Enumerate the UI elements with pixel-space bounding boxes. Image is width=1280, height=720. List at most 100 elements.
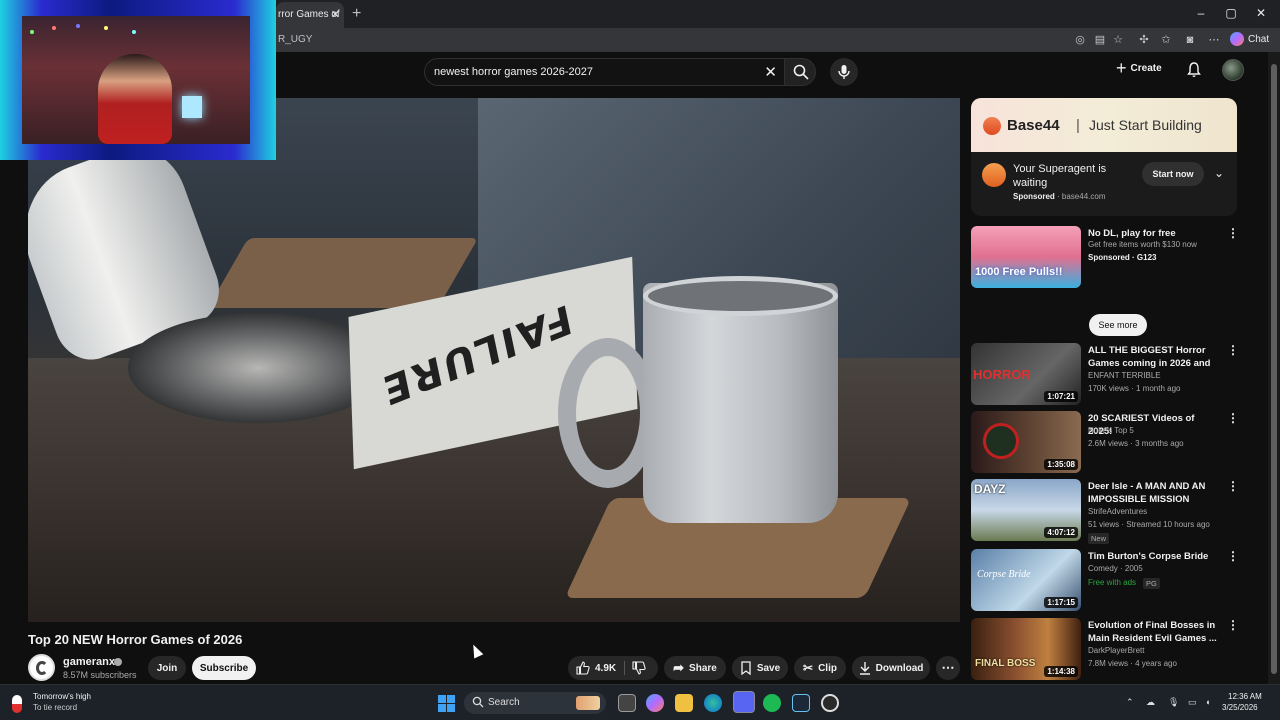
spotify-icon[interactable] (763, 694, 781, 712)
more-vertical-icon[interactable]: ⋮ (1227, 227, 1239, 239)
network-icon[interactable]: ▭ (1188, 697, 1197, 708)
extensions-icon[interactable]: ✣ (1136, 32, 1152, 48)
scrollbar-thumb[interactable] (1271, 64, 1277, 674)
list-item[interactable]: 1000 Free Pulls!! No DL, play for free G… (971, 226, 1239, 336)
more-vertical-icon[interactable]: ⋮ (1227, 412, 1239, 424)
video-thumbnail[interactable]: Corpse Bride 1:17:15 (971, 549, 1081, 611)
list-item[interactable]: Corpse Bride 1:17:15 Tim Burton's Corpse… (971, 549, 1239, 613)
share-button[interactable]: ➦ Share (664, 656, 726, 680)
windows-start-icon[interactable] (438, 695, 455, 712)
copilot-app-icon[interactable] (646, 694, 664, 712)
clear-search-icon[interactable]: ✕ (764, 63, 777, 81)
voice-search-button[interactable] (830, 58, 858, 86)
channel-avatar[interactable] (28, 654, 55, 681)
video-thumbnail[interactable]: HORROR 1:07:21 (971, 343, 1081, 405)
list-item[interactable]: DAYZ 4:07:12 Deer Isle - A MAN AND AN IM… (971, 479, 1239, 544)
video-scene-mug (643, 283, 838, 523)
favorite-star-icon[interactable]: ☆ (1110, 32, 1126, 48)
ad-title: Your Superagent is waiting (1013, 163, 1107, 189)
sponsored-meta: Sponsored · G123 (1088, 253, 1157, 262)
create-button[interactable]: + Create (1116, 59, 1162, 77)
download-button[interactable]: Download (852, 656, 930, 680)
subscribe-button[interactable]: Subscribe (192, 656, 256, 680)
reader-icon[interactable]: ▤ (1092, 32, 1108, 48)
like-button[interactable]: 4.9K (576, 661, 616, 675)
ad-banner[interactable]: Base44 | Just Start Building (971, 98, 1237, 152)
taskbar-search[interactable]: Search (464, 692, 606, 714)
thumbnail-text: DAYZ (974, 482, 1006, 496)
video-thumbnail[interactable]: 1:35:08 (971, 411, 1081, 473)
more-actions-button[interactable]: ⋯ (936, 656, 960, 680)
chevron-down-icon[interactable]: ⌄ (1214, 166, 1224, 180)
translate-icon[interactable]: ◎ (1072, 32, 1088, 48)
page-scrollbar[interactable] (1268, 52, 1280, 684)
tray-app-icon[interactable]: ☁ (1146, 697, 1155, 708)
channel-name[interactable]: gameranx (63, 656, 115, 668)
video-duration: 4:07:12 (1044, 527, 1078, 538)
copilot-chat-button[interactable]: Chat (1230, 32, 1269, 46)
video-thumbnail[interactable]: DAYZ 4:07:12 (971, 479, 1081, 541)
obs-icon[interactable] (821, 694, 839, 712)
list-item[interactable]: FINAL BOSS 1:14:38 Evolution of Final Bo… (971, 618, 1239, 682)
clip-button[interactable]: ✂ Clip (794, 656, 846, 680)
weather-title[interactable]: Tomorrow's high (33, 692, 91, 701)
notifications-bell-icon[interactable] (1186, 62, 1202, 78)
close-window-icon[interactable]: ✕ (1254, 6, 1268, 20)
more-vertical-icon[interactable]: ⋮ (1227, 619, 1239, 631)
thumbs-down-icon[interactable] (632, 661, 646, 675)
search-input[interactable]: newest horror games 2026-2027 ✕ (424, 58, 786, 86)
favorites-icon[interactable]: ✩ (1158, 32, 1174, 48)
start-now-button[interactable]: Start now (1142, 162, 1204, 186)
tab-close-icon[interactable]: ✕ (331, 8, 340, 21)
share-icon: ➦ (673, 660, 685, 675)
microphone-icon[interactable]: 🎙︎ (1168, 697, 1179, 708)
task-view-icon[interactable] (618, 694, 636, 712)
channel-name[interactable]: ENFANT TERRIBLE (1088, 371, 1161, 380)
join-button[interactable]: Join (148, 656, 186, 680)
clock-date[interactable]: 3/25/2026 (1222, 703, 1258, 712)
maximize-icon[interactable]: ▢ (1224, 6, 1238, 20)
profile-icon[interactable]: ◙ (1182, 32, 1198, 48)
video-title: Top 20 NEW Horror Games of 2026 (28, 632, 243, 647)
more-vertical-icon[interactable]: ⋮ (1227, 480, 1239, 492)
paper-headline: FAILURE (377, 294, 576, 414)
browser-tab[interactable]: rror Games of ✕ (276, 2, 344, 28)
save-button[interactable]: Save (732, 656, 788, 680)
light-bulb (30, 30, 34, 34)
ad-domain: · base44.com (1057, 192, 1106, 201)
minimize-icon[interactable]: – (1194, 6, 1208, 20)
video-thumbnail[interactable]: FINAL BOSS 1:14:38 (971, 618, 1081, 680)
list-item[interactable]: 1:35:08 20 SCARIEST Videos of 2025! Nuke… (971, 411, 1239, 475)
ad-card[interactable]: Your Superagent is waiting Sponsored · b… (971, 152, 1237, 216)
video-player[interactable]: FAILURE (28, 98, 960, 622)
more-menu-icon[interactable]: ⋯ (1206, 32, 1222, 48)
edge-browser-icon[interactable] (704, 694, 722, 712)
thumbnail-text: HORROR (973, 367, 1031, 382)
weather-subtitle[interactable]: To tie record (33, 703, 77, 712)
light-bulb (132, 30, 136, 34)
more-vertical-icon[interactable]: ⋮ (1227, 344, 1239, 356)
channel-name[interactable]: StrifeAdventures (1088, 507, 1147, 516)
clock-time[interactable]: 12:36 AM (1228, 692, 1262, 701)
account-avatar[interactable] (1222, 59, 1244, 81)
list-item[interactable]: HORROR 1:07:21 ALL THE BIGGEST Horror Ga… (971, 343, 1239, 407)
search-button[interactable] (784, 58, 816, 86)
channel-name[interactable]: Nuke's Top 5 (1088, 426, 1134, 435)
microphone-icon (838, 65, 850, 79)
discord-icon[interactable] (733, 691, 755, 713)
more-vertical-icon[interactable]: ⋮ (1227, 550, 1239, 562)
thermometer-icon[interactable] (12, 695, 22, 713)
url-field[interactable]: R_UGY (278, 34, 312, 45)
ad-tagline: Just Start Building (1089, 117, 1202, 133)
webcam-feed (22, 16, 250, 144)
channel-name[interactable]: DarkPlayerBrett (1088, 646, 1144, 655)
steam-icon[interactable] (792, 694, 810, 712)
chevron-up-icon[interactable]: ⌃ (1126, 697, 1134, 708)
new-tab-icon[interactable]: + (352, 5, 361, 23)
thumbnail-text: 1000 Free Pulls!! (975, 266, 1063, 278)
windows-taskbar: Tomorrow's high To tie record Search ⌃ ☁… (0, 684, 1280, 720)
volume-icon[interactable]: ◖ (1205, 697, 1210, 707)
video-thumbnail[interactable]: 1000 Free Pulls!! (971, 226, 1081, 288)
file-explorer-icon[interactable] (675, 694, 693, 712)
see-more-button[interactable]: See more (1089, 314, 1147, 336)
